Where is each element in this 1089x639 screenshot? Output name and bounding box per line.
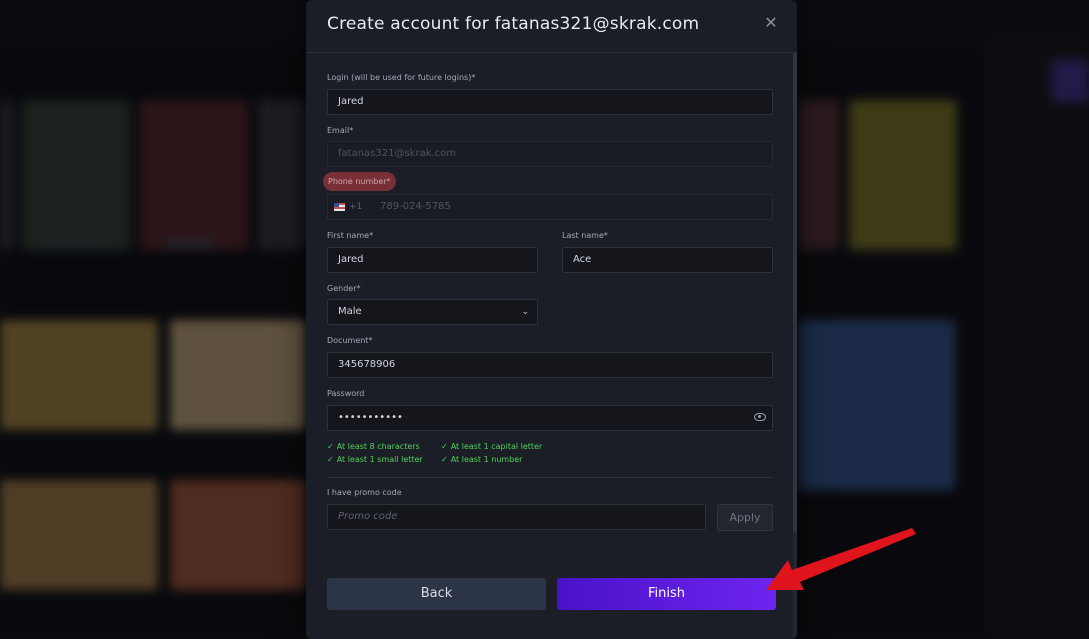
phone-country-selector[interactable]: +1 [334,195,362,219]
password-field[interactable]: ••••••••••• [327,405,773,431]
phone-field[interactable]: +1 789-024-5785 [327,194,773,220]
requirement-text: At least 8 characters [336,442,420,451]
gender-value: Male [338,306,362,317]
password-label: Password [327,389,365,398]
modal-title: Create account for fatanas321@skrak.com [327,14,700,34]
requirement-text: At least 1 number [450,455,523,464]
login-label: Login (will be used for future logins)* [327,73,476,82]
check-icon: ✓ [441,455,448,464]
email-field: fatanas321@skrak.com [327,141,773,167]
document-field[interactable]: 345678906 [327,352,773,378]
first-name-field[interactable]: Jared [327,247,538,273]
back-button[interactable]: Back [327,578,546,610]
check-icon: ✓ [327,442,334,451]
requirement-text: At least 1 small letter [336,455,423,464]
phone-country-code: +1 [349,202,363,212]
create-account-modal: Create account for fatanas321@skrak.com … [306,0,797,639]
phone-placeholder: 789-024-5785 [380,201,451,212]
modal-header: Create account for fatanas321@skrak.com … [306,0,797,53]
promo-code-input[interactable]: Promo code [327,504,706,530]
us-flag-icon [334,202,345,211]
requirement-text: At least 1 capital letter [450,442,543,451]
promo-label: I have promo code [327,488,402,497]
annotation-arrow-icon [766,528,916,590]
first-name-label: First name* [327,231,374,240]
password-requirement: ✓ At least 1 number [441,455,522,464]
chevron-down-icon: ⌄ [521,307,529,317]
password-requirement: ✓ At least 8 characters [327,442,420,451]
password-requirement: ✓ At least 1 capital letter [441,442,542,451]
eye-icon[interactable] [754,413,766,421]
close-icon[interactable]: ✕ [763,13,779,33]
divider [327,477,773,478]
last-name-label: Last name* [562,231,608,240]
phone-label: Phone number* [323,172,396,191]
finish-button[interactable]: Finish [557,578,776,610]
document-label: Document* [327,336,373,345]
scrollbar-thumb[interactable] [793,53,797,533]
password-value: ••••••••••• [338,412,403,423]
gender-select[interactable]: Male ⌄ [327,299,538,325]
check-icon: ✓ [441,442,448,451]
gender-label: Gender* [327,284,361,293]
email-label: Email* [327,126,354,135]
login-field[interactable]: Jared [327,89,773,115]
check-icon: ✓ [327,455,334,464]
last-name-field[interactable]: Ace [562,247,773,273]
password-requirement: ✓ At least 1 small letter [327,455,423,464]
